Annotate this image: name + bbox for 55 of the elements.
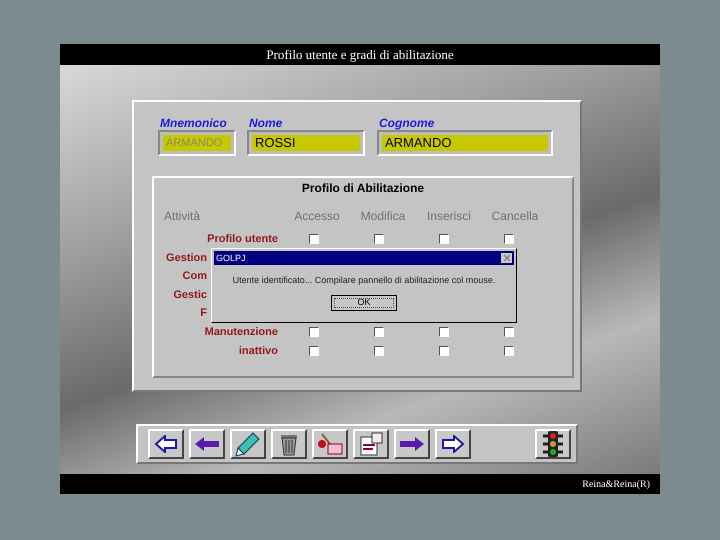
column-header: Accesso — [294, 208, 340, 225]
checkbox[interactable] — [439, 346, 449, 356]
checkbox[interactable] — [374, 346, 384, 356]
field-label: Nome — [248, 116, 284, 130]
column-header: Modifica — [360, 208, 406, 225]
toolbar-button[interactable] — [271, 429, 307, 459]
toolbar-button[interactable] — [394, 429, 430, 459]
toolbar-button[interactable] — [230, 429, 266, 459]
checkbox[interactable] — [309, 234, 319, 244]
toolbar-button[interactable] — [148, 429, 184, 459]
dialog-message: Utente identificato... Compilare pannello di abilitazione col mouse. — [232, 274, 496, 287]
activity-label: Manutenzione — [204, 325, 278, 340]
checkbox[interactable] — [309, 346, 319, 356]
field-label: Mnemonico — [159, 116, 228, 130]
checkbox[interactable] — [439, 234, 449, 244]
paint-icon — [316, 432, 344, 456]
ok-button[interactable]: OK — [331, 294, 397, 310]
close-icon — [504, 255, 510, 261]
arrow-right-icon — [399, 437, 425, 451]
toolbar-button[interactable] — [312, 429, 348, 459]
credit-text: Reina&Reina(R) — [582, 478, 650, 492]
checkbox[interactable] — [504, 327, 514, 338]
activity-label: inattivo — [238, 344, 278, 359]
arrow-right-icon — [441, 435, 465, 453]
column-header: Attività — [163, 208, 202, 225]
activity-label: Profilo utente — [207, 232, 278, 248]
checkbox[interactable] — [439, 327, 449, 338]
checkbox[interactable] — [374, 327, 384, 338]
checkbox[interactable] — [309, 327, 319, 338]
text-field[interactable]: ROSSI — [247, 130, 365, 156]
arrow-left-icon — [154, 435, 178, 453]
window-title: Profilo utente e gradi di abilitazione — [266, 46, 454, 64]
toolbar-button[interactable] — [353, 429, 389, 459]
pencil-icon — [235, 431, 261, 457]
activity-label: Com — [182, 269, 207, 284]
checkbox[interactable] — [504, 346, 514, 356]
field-label: Cognome — [378, 116, 436, 130]
activity-label: F — [200, 306, 207, 322]
trash-icon — [279, 432, 299, 456]
arrow-left-icon — [194, 437, 220, 451]
dialog-title: GOLPJ — [216, 254, 246, 262]
traffic-light-icon — [542, 430, 564, 458]
column-header: Cancella — [492, 208, 538, 225]
close-button[interactable] — [501, 253, 512, 263]
panel-title: Profilo di Abilitazione — [302, 180, 424, 197]
document-icon — [358, 431, 384, 457]
text-field[interactable]: ARMANDO — [377, 130, 553, 156]
activity-label: Gestion — [166, 250, 207, 266]
toolbar-button[interactable] — [535, 429, 571, 459]
toolbar-button[interactable] — [435, 429, 471, 459]
column-header: Inserisci — [426, 208, 471, 225]
checkbox[interactable] — [374, 234, 384, 244]
checkbox[interactable] — [504, 234, 514, 244]
activity-label: Gestic — [173, 288, 207, 303]
toolbar-button[interactable] — [189, 429, 225, 459]
